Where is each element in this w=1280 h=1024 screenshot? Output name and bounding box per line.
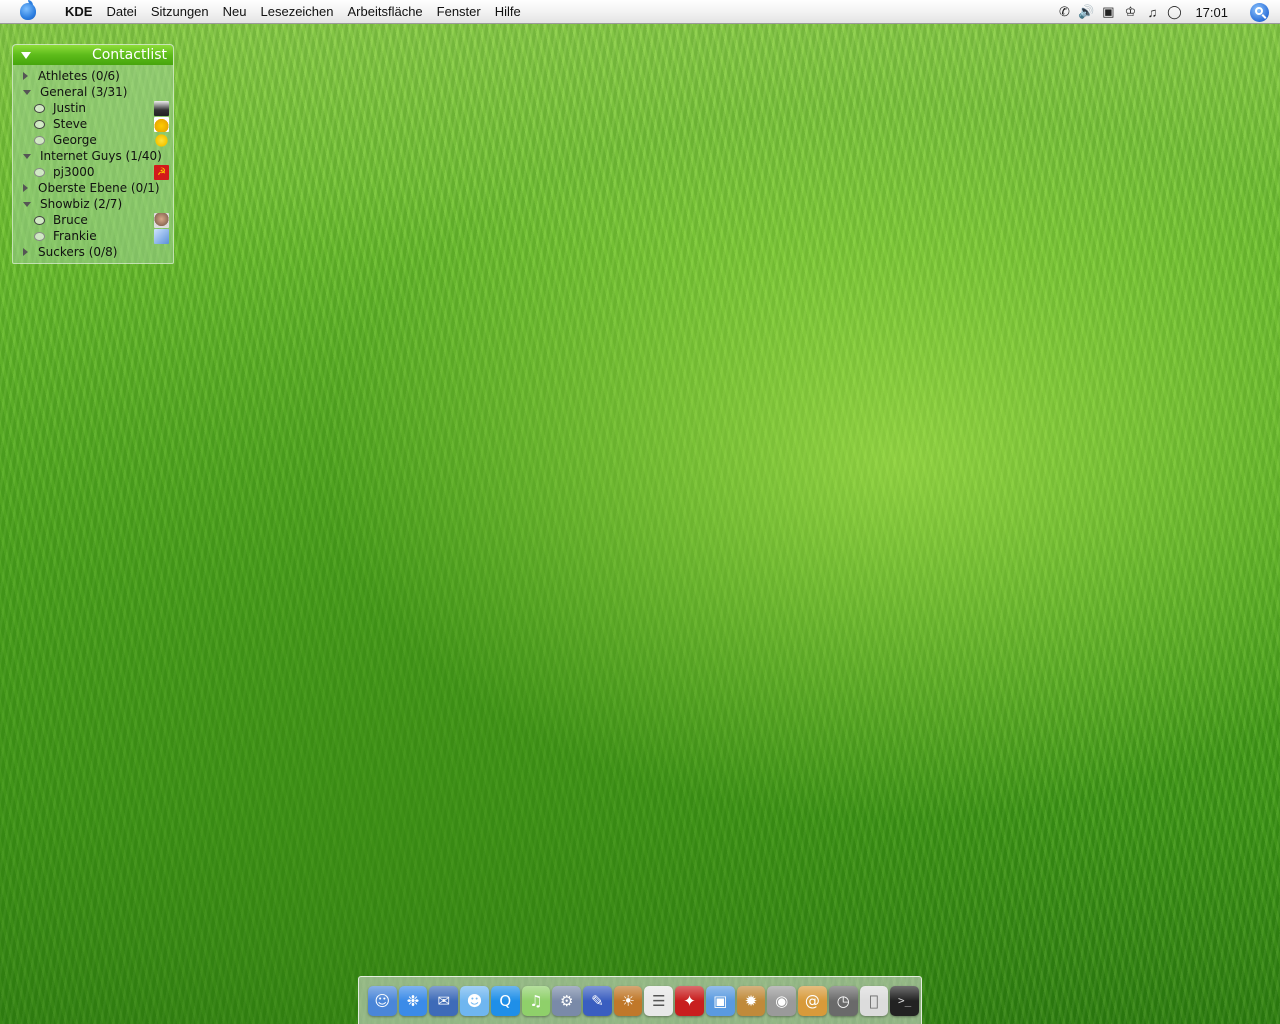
online-status-icon	[34, 103, 45, 113]
away-status-icon	[34, 231, 45, 241]
network-icon[interactable]: ◉	[767, 985, 797, 1016]
contact-pj3000[interactable]: pj3000 ☭	[13, 164, 173, 180]
contactlist-title: Contactlist	[91, 47, 167, 63]
contact-george[interactable]: George	[13, 132, 173, 148]
contact-name: Frankie	[53, 229, 97, 243]
avatar	[154, 133, 169, 148]
contact-justin[interactable]: Justin	[13, 100, 173, 116]
group-athletes[interactable]: Athletes (0/6)	[13, 68, 173, 84]
chat-bubble-icon[interactable]: ◯	[1165, 4, 1183, 20]
menubar-status-area: ✆ 🔊 ▣ ♔ ♫ ◯ 17:01	[1053, 0, 1280, 24]
disclosure-down-icon[interactable]	[23, 153, 31, 159]
avatar: ☭	[154, 165, 169, 180]
itunes-icon[interactable]: ♫	[521, 985, 551, 1016]
menu-neu[interactable]: Neu	[216, 0, 254, 24]
terminal-icon[interactable]: >_	[890, 985, 919, 1016]
preview-icon[interactable]: ▣	[705, 985, 735, 1016]
menu-hilfe[interactable]: Hilfe	[488, 0, 528, 24]
menu-datei[interactable]: Datei	[99, 0, 143, 24]
group-label: Suckers (0/8)	[38, 245, 118, 259]
away-status-icon	[34, 135, 45, 145]
contact-frankie[interactable]: Frankie	[13, 228, 173, 244]
acrobat-icon[interactable]: ✦	[675, 985, 704, 1016]
apple-icon[interactable]: 	[859, 985, 889, 1016]
group-suckers[interactable]: Suckers (0/8)	[13, 244, 173, 260]
apple-menu-icon[interactable]	[20, 0, 36, 20]
contact-name: George	[53, 133, 97, 147]
group-label: Showbiz (2/7)	[40, 197, 123, 211]
address-book-icon[interactable]: @	[798, 985, 827, 1016]
spotlight-search-icon[interactable]	[1250, 2, 1269, 22]
system-utility-icon[interactable]: ⚙	[552, 985, 582, 1016]
dashboard-icon[interactable]: ✹	[736, 985, 766, 1016]
notebook-icon[interactable]: ✎	[583, 985, 612, 1016]
volume-icon[interactable]: 🔊	[1077, 4, 1095, 20]
dock: ☺ ❉ ✉ ☻ Q ♫ ⚙ ✎ ☀ ☰ ✦ ▣ ✹ ◉ @ ◷  >_	[358, 976, 922, 1024]
group-label: Athletes (0/6)	[38, 69, 120, 83]
avatar	[154, 213, 169, 228]
group-showbiz[interactable]: Showbiz (2/7)	[13, 196, 173, 212]
collapse-triangle-icon[interactable]	[21, 51, 31, 59]
group-internet-guys[interactable]: Internet Guys (1/40)	[13, 148, 173, 164]
finder-icon[interactable]: ☺	[368, 985, 397, 1016]
disclosure-down-icon[interactable]	[23, 201, 31, 207]
quicktime-icon[interactable]: Q	[490, 985, 520, 1016]
contact-name: Justin	[53, 101, 87, 115]
group-label: Oberste Ebene (0/1)	[38, 181, 160, 195]
contact-name: pj3000	[53, 165, 95, 179]
menu-fenster[interactable]: Fenster	[430, 0, 488, 24]
group-general[interactable]: General (3/31)	[13, 84, 173, 100]
contact-steve[interactable]: Steve	[13, 116, 173, 132]
online-status-icon	[34, 215, 45, 225]
display-icon[interactable]: ▣	[1099, 4, 1117, 20]
ichat-icon[interactable]: ☻	[460, 985, 489, 1016]
online-status-icon	[34, 119, 45, 129]
contact-bruce[interactable]: Bruce	[13, 212, 173, 228]
disclosure-right-icon[interactable]	[23, 248, 28, 256]
group-label: Internet Guys (1/40)	[40, 149, 162, 163]
menu-lesezeichen[interactable]: Lesezeichen	[254, 0, 341, 24]
avatar	[154, 101, 169, 116]
menu-app-name[interactable]: KDE	[58, 0, 99, 24]
chess-king-icon[interactable]: ♔	[1121, 4, 1139, 20]
group-oberste-ebene[interactable]: Oberste Ebene (0/1)	[13, 180, 173, 196]
away-status-icon	[34, 167, 45, 177]
iphoto-icon[interactable]: ☀	[613, 985, 643, 1016]
menu-arbeitsflaeche[interactable]: Arbeitsfläche	[341, 0, 430, 24]
avatar	[154, 229, 169, 244]
contact-name: Bruce	[53, 213, 88, 227]
clock-icon[interactable]: ◷	[828, 985, 858, 1016]
contactlist-tree: Athletes (0/6) General (3/31) Justin Ste…	[13, 65, 173, 260]
menu-sitzungen[interactable]: Sitzungen	[144, 0, 216, 24]
avatar	[154, 117, 169, 132]
music-note-icon[interactable]: ♫	[1143, 4, 1161, 20]
textedit-icon[interactable]: ☰	[644, 985, 674, 1016]
menubar: KDE Datei Sitzungen Neu Lesezeichen Arbe…	[0, 0, 1280, 24]
mail-stamp-icon[interactable]: ✉	[429, 985, 459, 1016]
disclosure-down-icon[interactable]	[23, 89, 31, 95]
contact-name: Steve	[53, 117, 88, 131]
phone-icon[interactable]: ✆	[1055, 4, 1073, 20]
menubar-clock[interactable]: 17:01	[1195, 5, 1228, 20]
contactlist-panel: Contactlist Athletes (0/6) General (3/31…	[12, 44, 174, 264]
safari-icon[interactable]: ❉	[398, 985, 428, 1016]
disclosure-right-icon[interactable]	[23, 184, 28, 192]
disclosure-right-icon[interactable]	[23, 72, 28, 80]
group-label: General (3/31)	[40, 85, 128, 99]
contactlist-header[interactable]: Contactlist	[13, 45, 173, 65]
